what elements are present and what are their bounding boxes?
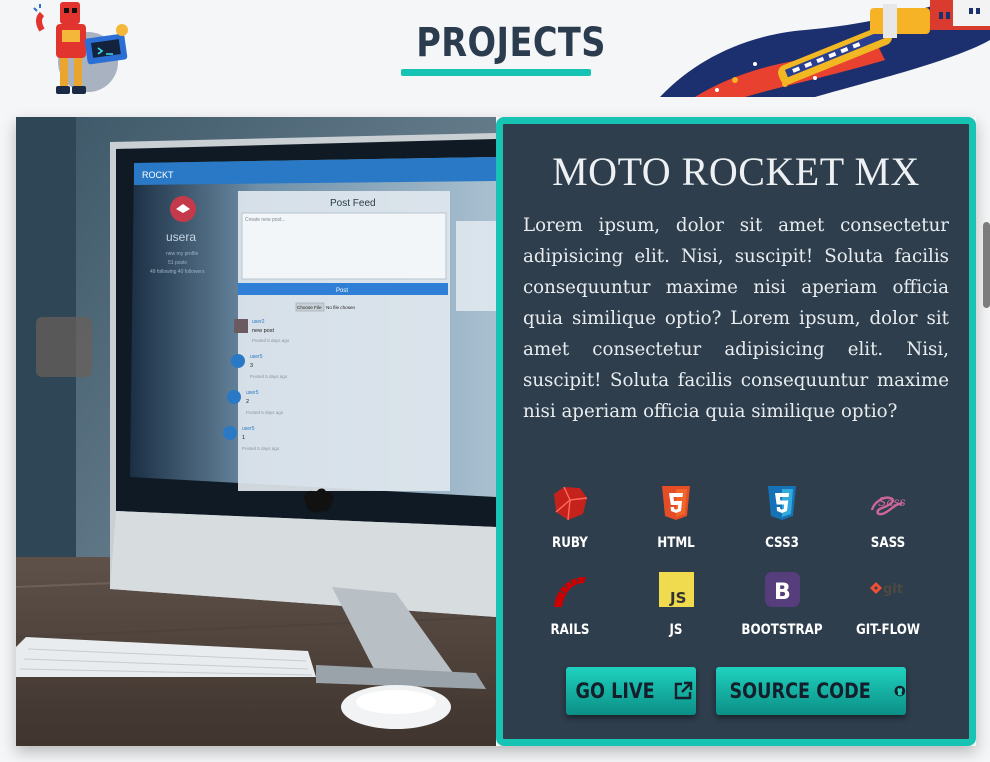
screen-post-time: Posted 5 days ago — [252, 338, 290, 343]
screen-post-button: Post — [336, 288, 348, 294]
screen-post-time: Posted 5 days ago — [242, 446, 280, 451]
screen-user: usera — [166, 230, 196, 244]
screen-user-posts: 51 posts — [168, 260, 187, 266]
css3-icon — [768, 486, 796, 520]
screen-brand: ROCKT — [142, 170, 174, 180]
projects-page: PROJECTS ROCKT usera new my profile 51 p… — [0, 0, 990, 762]
github-icon — [894, 685, 906, 697]
svg-text:JS: JS — [669, 589, 686, 607]
git-icon: git — [870, 582, 903, 597]
screen-post-user: user5 — [250, 354, 263, 360]
tech-label: RAILS — [550, 622, 590, 638]
page-title: PROJECTS — [416, 20, 606, 66]
scrollbar-thumb[interactable] — [983, 222, 990, 308]
tech-bootstrap: B BOOTSTRAP — [729, 571, 835, 638]
source-code-button[interactable]: SOURCE CODE — [716, 667, 906, 715]
project-screenshot-photo: ROCKT usera new my profile 51 posts 49 f… — [16, 117, 496, 746]
tech-label: RUBY — [552, 535, 588, 551]
go-live-label: GO LIVE — [575, 679, 655, 703]
tech-rails: RAILS — [517, 571, 623, 638]
screen-file-button: Choose File — [297, 305, 322, 310]
screen-post-time: Posted 5 days ago — [250, 374, 288, 379]
screen-post-time: Posted 5 days ago — [246, 410, 284, 415]
tech-sass: Sass SASS — [835, 484, 941, 551]
svg-text:git: git — [883, 582, 903, 597]
source-code-label: SOURCE CODE — [729, 679, 871, 703]
javascript-icon: JS — [659, 572, 694, 607]
title-underline — [401, 69, 591, 76]
screen-file-status: No file chosen — [326, 305, 356, 310]
screen-feed-title: Post Feed — [330, 198, 376, 209]
ruby-icon — [554, 486, 588, 521]
html5-icon — [662, 486, 690, 520]
svg-text:B: B — [774, 580, 791, 605]
tech-label: JS — [669, 622, 683, 638]
project-card: ROCKT usera new my profile 51 posts 49 f… — [16, 117, 976, 746]
tech-label: GIT-FLOW — [855, 622, 921, 638]
rails-icon — [554, 577, 586, 607]
project-title: MOTO ROCKET MX — [552, 149, 920, 194]
tech-html: HTML — [623, 484, 729, 551]
screen-post-text: new post — [252, 328, 274, 334]
screen-feed-placeholder: Create new post... — [245, 217, 286, 223]
screen-post-text: 2 — [246, 399, 249, 405]
sass-icon: Sass — [870, 495, 906, 516]
go-live-button[interactable]: GO LIVE — [566, 667, 696, 715]
screen-user-follow: 49 following 40 followers — [150, 269, 205, 275]
desk-scene: ROCKT usera new my profile 51 posts 49 f… — [16, 117, 496, 746]
tech-label: BOOTSTRAP — [741, 622, 823, 638]
tech-ruby: RUBY — [517, 484, 623, 551]
tech-css3: CSS3 — [729, 484, 835, 551]
projects-header: PROJECTS — [0, 0, 990, 100]
screen-post-user: user2 — [252, 319, 265, 325]
project-info-panel: MOTO ROCKET MX Lorem ipsum, dolor sit am… — [496, 117, 976, 746]
screen-user-meta: new my profile — [166, 251, 198, 257]
tech-js: JS JS — [623, 571, 729, 638]
screen-post-user: user5 — [242, 426, 255, 432]
robot-illustration — [33, 2, 128, 94]
tech-label: SASS — [870, 535, 906, 551]
project-description: Lorem ipsum, dolor sit amet consectetur … — [523, 215, 949, 422]
screen-post-text: 1 — [242, 435, 245, 441]
screen-post-text: 3 — [250, 363, 253, 369]
svg-text:Sass: Sass — [878, 495, 906, 509]
external-link-icon — [674, 681, 693, 700]
rocket-train-illustration — [660, 0, 990, 97]
tech-git-flow: git GIT-FLOW — [835, 571, 941, 638]
tech-label: CSS3 — [765, 535, 799, 551]
screen-post-user: user5 — [246, 390, 259, 396]
tech-label: HTML — [657, 535, 695, 551]
bootstrap-icon: B — [765, 572, 800, 607]
